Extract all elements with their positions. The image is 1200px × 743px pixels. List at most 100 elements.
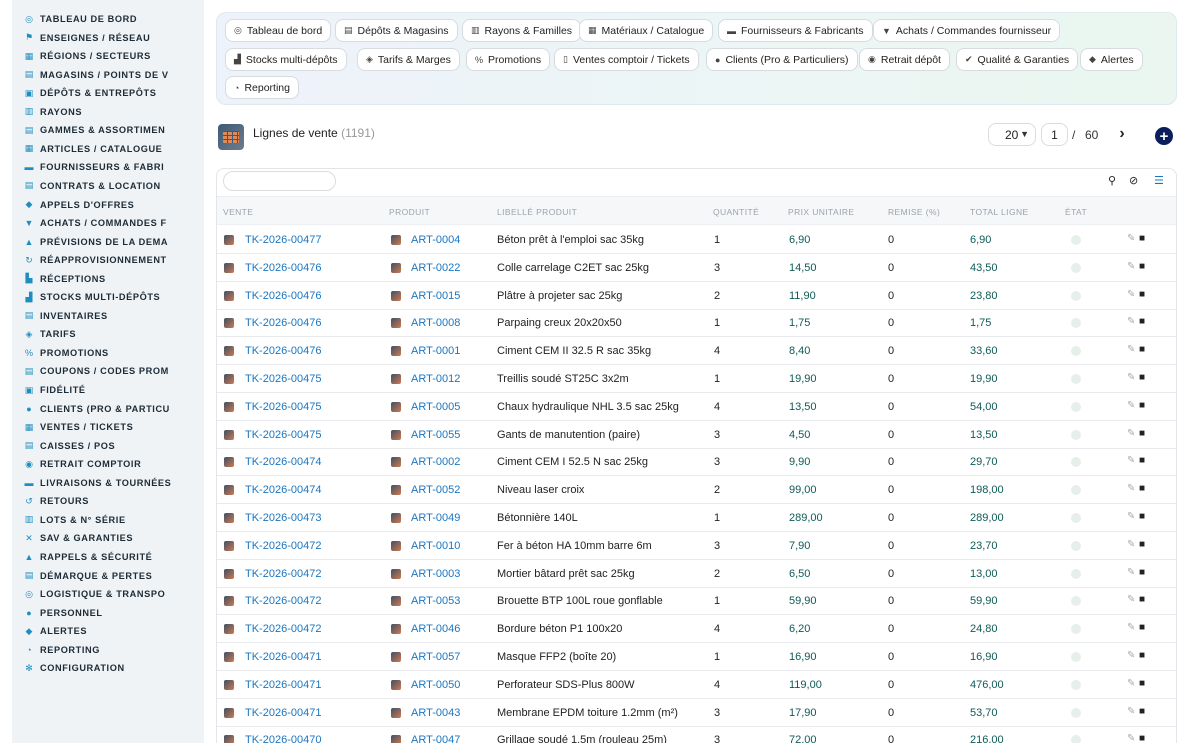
trash-icon[interactable]: ■ [1139,539,1145,550]
sidebar-item[interactable]: ▬ LIVRAISONS & TOURNÉES [24,475,199,491]
pencil-icon[interactable]: ✎ [1127,678,1135,689]
sidebar-item[interactable]: ◆ APPELS D'OFFRES [24,197,199,213]
sidebar-item[interactable]: ● PERSONNEL [24,605,199,621]
trash-icon[interactable]: ■ [1139,567,1145,578]
pencil-icon[interactable]: ✎ [1127,400,1135,411]
table-row[interactable]: TK-2026-00474 ART-0002 Ciment CEM I 52.5 N… [217,448,1176,477]
module-chip[interactable]: ▤ Dépôts & Magasins [335,19,458,42]
product-link[interactable]: ART-0005 [411,401,460,413]
sidebar-item[interactable]: ▙ RÉCEPTIONS [24,271,199,287]
module-chip[interactable]: ◔ Reporting [225,76,299,99]
module-chip[interactable]: ◉ Retrait dépôt [859,48,950,71]
sale-link[interactable]: TK-2026-00472 [245,540,321,552]
sale-link[interactable]: TK-2026-00472 [245,595,321,607]
sale-link[interactable]: TK-2026-00470 [245,734,321,743]
sidebar-item[interactable]: ◎ LOGISTIQUE & TRANSPO [24,586,199,602]
pencil-icon[interactable]: ✎ [1127,539,1135,550]
sidebar-item[interactable]: ▲ RAPPELS & SÉCURITÉ [24,549,199,565]
trash-icon[interactable]: ■ [1139,289,1145,300]
trash-icon[interactable]: ■ [1139,372,1145,383]
sale-link[interactable]: TK-2026-00476 [245,290,321,302]
column-header[interactable]: QUANTITÉ [713,207,759,217]
trash-icon[interactable]: ■ [1139,316,1145,327]
sidebar-item[interactable]: % PROMOTIONS [24,345,199,361]
table-row[interactable]: TK-2026-00472 ART-0053 Brouette BTP 100L r… [217,587,1176,616]
module-chip[interactable]: ◈ Tarifs & Marges [357,48,460,71]
product-link[interactable]: ART-0053 [411,595,460,607]
pencil-icon[interactable]: ✎ [1127,233,1135,244]
product-link[interactable]: ART-0052 [411,484,460,496]
trash-icon[interactable]: ■ [1139,344,1145,355]
trash-icon[interactable]: ■ [1139,261,1145,272]
pencil-icon[interactable]: ✎ [1127,650,1135,661]
sale-link[interactable]: TK-2026-00476 [245,317,321,329]
sale-link[interactable]: TK-2026-00473 [245,512,321,524]
add-record-button[interactable]: + [1155,127,1173,145]
pencil-icon[interactable]: ✎ [1127,428,1135,439]
product-link[interactable]: ART-0002 [411,456,460,468]
sidebar-item[interactable]: ◉ RETRAIT COMPTOIR [24,456,199,472]
sidebar-item[interactable]: ▣ FIDÉLITÉ [24,382,199,398]
sidebar-item[interactable]: ◆ ALERTES [24,623,199,639]
trash-icon[interactable]: ■ [1139,706,1145,717]
module-chip[interactable]: ▼ Achats / Commandes fournisseur [873,19,1061,42]
table-row[interactable]: TK-2026-00473 ART-0049 Bétonnière 140L 1 289… [217,504,1176,532]
table-row[interactable]: TK-2026-00471 ART-0043 Membrane EPDM toitu… [217,699,1176,727]
sale-link[interactable]: TK-2026-00476 [245,345,321,357]
trash-icon[interactable]: ■ [1139,511,1145,522]
table-row[interactable]: TK-2026-00472 ART-0010 Fer à béton HA 10mm… [217,532,1176,560]
product-link[interactable]: ART-0008 [411,317,460,329]
product-link[interactable]: ART-0047 [411,734,460,743]
sale-link[interactable]: TK-2026-00476 [245,262,321,274]
column-header[interactable]: ÉTAT [1065,207,1087,217]
trash-icon[interactable]: ■ [1139,678,1145,689]
pencil-icon[interactable]: ✎ [1127,289,1135,300]
product-link[interactable]: ART-0043 [411,707,460,719]
pencil-icon[interactable]: ✎ [1127,567,1135,578]
module-chip[interactable]: ▦ Matériaux / Catalogue [579,19,714,42]
sidebar-item[interactable]: ▤ GAMMES & ASSORTIMEN [24,122,199,138]
sale-link[interactable]: TK-2026-00471 [245,679,321,691]
sidebar-item[interactable]: ▦ RÉGIONS / SECTEURS [24,48,199,64]
pencil-icon[interactable]: ✎ [1127,316,1135,327]
product-link[interactable]: ART-0015 [411,290,460,302]
sale-link[interactable]: TK-2026-00471 [245,707,321,719]
sale-link[interactable]: TK-2026-00477 [245,234,321,246]
sidebar-item[interactable]: ▣ DÉPÔTS & ENTREPÔTS [24,85,199,101]
pencil-icon[interactable]: ✎ [1127,372,1135,383]
table-row[interactable]: TK-2026-00475 ART-0005 Chaux hydraulique N… [217,393,1176,421]
pencil-icon[interactable]: ✎ [1127,455,1135,466]
pencil-icon[interactable]: ✎ [1127,733,1135,743]
table-row[interactable]: TK-2026-00470 ART-0047 Grillage soudé 1.5m… [217,726,1176,743]
table-row[interactable]: TK-2026-00471 ART-0057 Masque FFP2 (boîte … [217,643,1176,671]
product-link[interactable]: ART-0003 [411,568,460,580]
table-row[interactable]: TK-2026-00471 ART-0050 Perforateur SDS-Plu… [217,671,1176,699]
column-header[interactable]: PRIX UNITAIRE [788,207,854,217]
search-input[interactable] [223,171,336,191]
trash-icon[interactable]: ■ [1139,650,1145,661]
module-chip[interactable]: ▯ Ventes comptoir / Tickets [554,48,699,71]
product-link[interactable]: ART-0012 [411,373,460,385]
next-page-button[interactable]: › [1114,124,1130,144]
pencil-icon[interactable]: ✎ [1127,706,1135,717]
sidebar-item[interactable]: ✻ CONFIGURATION [24,660,199,676]
sidebar-item[interactable]: ▤ CAISSES / POS [24,438,199,454]
clear-filter-icon[interactable]: ⊘ [1129,174,1138,187]
sidebar-item[interactable]: ▤ DÉMARQUE & PERTES [24,568,199,584]
pencil-icon[interactable]: ✎ [1127,594,1135,605]
sidebar-item[interactable]: ▼ ACHATS / COMMANDES F [24,215,199,231]
pencil-icon[interactable]: ✎ [1127,261,1135,272]
sidebar-item[interactable]: ▤ INVENTAIRES [24,308,199,324]
product-link[interactable]: ART-0004 [411,234,460,246]
table-row[interactable]: TK-2026-00475 ART-0055 Gants de manutentio… [217,421,1176,449]
sidebar-item[interactable]: ▟ STOCKS MULTI-DÉPÔTS [24,289,199,305]
sidebar-item[interactable]: ▥ RAYONS [24,104,199,120]
column-header[interactable]: REMISE (%) [888,207,940,217]
sidebar-item[interactable]: ◈ TARIFS [24,326,199,342]
sidebar-item[interactable]: ▦ VENTES / TICKETS [24,419,199,435]
table-row[interactable]: TK-2026-00475 ART-0012 Treillis soudé ST25… [217,365,1176,393]
column-header[interactable]: TOTAL LIGNE [970,207,1029,217]
column-header[interactable]: LIBELLÉ PRODUIT [497,207,577,217]
trash-icon[interactable]: ■ [1139,733,1145,743]
sidebar-item[interactable]: ◎ TABLEAU DE BORD [24,11,199,27]
